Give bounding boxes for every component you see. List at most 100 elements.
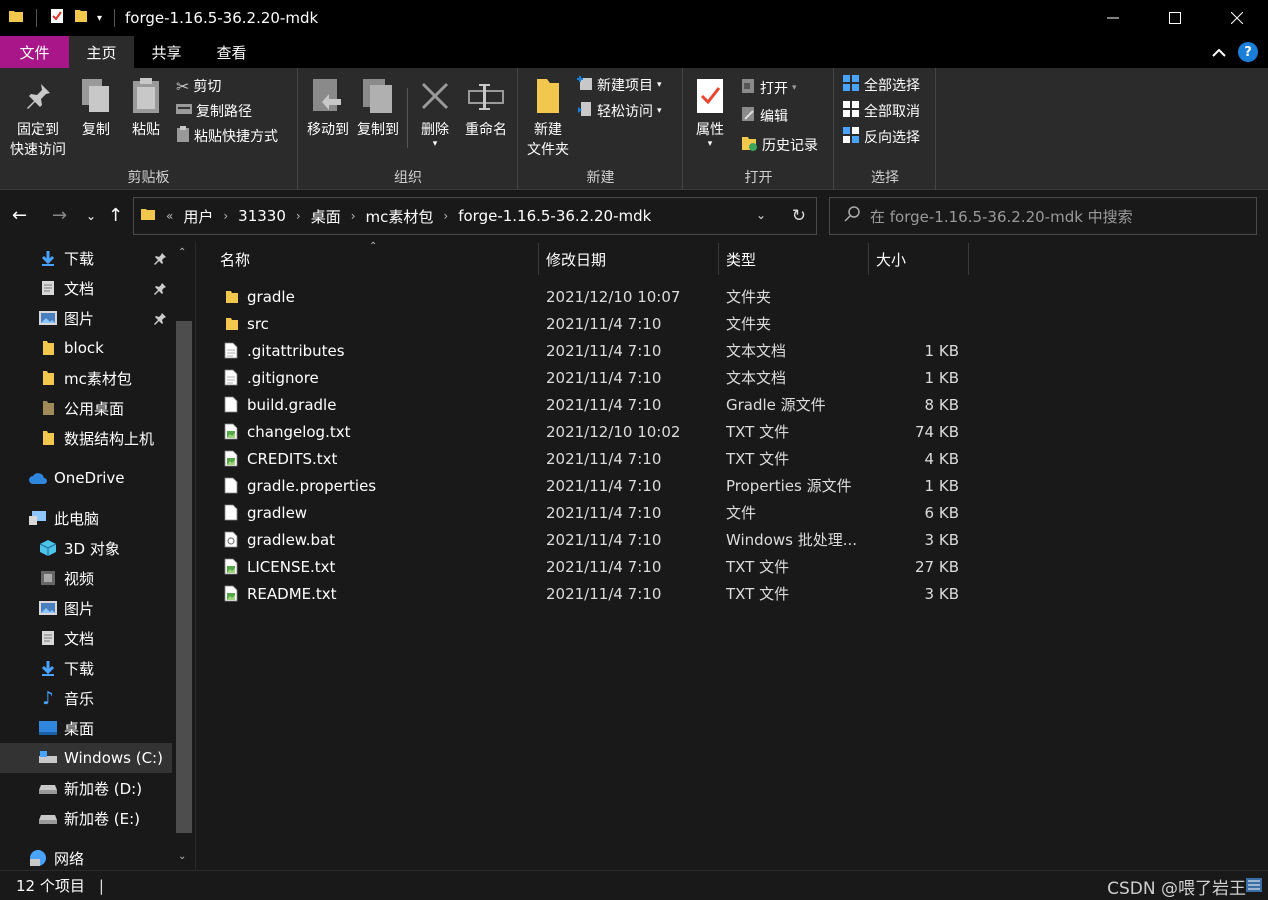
select-none-button[interactable]: 全部取消 (842, 99, 920, 123)
new-folder-quick-icon[interactable] (73, 8, 89, 28)
file-name: .gitattributes (247, 341, 345, 360)
sidebar-item-drive-e[interactable]: 新加卷 (E:) (0, 803, 172, 833)
collapse-ribbon-icon[interactable] (1212, 43, 1226, 61)
up-arrow-icon[interactable]: ↑ (108, 205, 123, 226)
help-icon[interactable]: ? (1238, 42, 1258, 62)
table-row[interactable]: src 2021/11/4 7:10 文件夹 (197, 310, 1268, 337)
tab-home[interactable]: 主页 (69, 36, 134, 68)
column-header-size[interactable]: 大小 (876, 241, 906, 277)
sidebar-item-videos[interactable]: 视频 (0, 563, 172, 593)
scrollbar-thumb[interactable] (176, 321, 192, 833)
table-row[interactable]: changelog.txt 2021/12/10 10:02 TXT 文件 74 KB (197, 418, 1268, 445)
sidebar-scrollbar[interactable]: ⌃ ⌄ (174, 241, 194, 870)
move-to-button[interactable]: 移动到 (305, 74, 351, 140)
sidebar-item-3d-objects[interactable]: 3D 对象 (0, 533, 172, 563)
breadcrumb-item[interactable]: mc素材包 (366, 206, 434, 227)
breadcrumb-separator-icon[interactable]: › (351, 209, 356, 223)
column-header-name[interactable]: 名称 (220, 241, 250, 277)
scroll-down-icon[interactable]: ⌄ (178, 851, 186, 862)
sidebar-item-drive-d[interactable]: 新加卷 (D:) (0, 773, 172, 803)
table-row[interactable]: README.txt 2021/11/4 7:10 TXT 文件 3 KB (197, 580, 1268, 607)
sidebar-item-drive-c[interactable]: Windows (C:) (0, 743, 172, 773)
table-row[interactable]: build.gradle 2021/11/4 7:10 Gradle 源文件 8 KB (197, 391, 1268, 418)
column-header-date[interactable]: 修改日期 (546, 241, 606, 277)
sidebar-item-mc[interactable]: mc素材包 (0, 363, 172, 393)
open-button[interactable]: 打开 ▾ (740, 76, 797, 100)
details-view-icon[interactable] (1246, 878, 1262, 896)
breadcrumb-item[interactable]: forge-1.16.5-36.2.20-mdk (458, 207, 651, 225)
maximize-icon[interactable] (1144, 0, 1206, 36)
sidebar-item-this-pc[interactable]: 此电脑 (0, 503, 172, 533)
sidebar-item-data-structure[interactable]: 数据结构上机 (0, 423, 172, 453)
paste-shortcut-button[interactable]: 粘贴快捷方式 (176, 124, 278, 148)
rename-button[interactable]: 重命名 (461, 74, 511, 140)
search-input[interactable]: 在 forge-1.16.5-36.2.20-mdk 中搜索 (829, 197, 1257, 235)
sidebar-item-block[interactable]: block (0, 333, 172, 363)
breadcrumb-separator-icon[interactable]: › (443, 209, 448, 223)
table-row[interactable]: gradle 2021/12/10 10:07 文件夹 (197, 283, 1268, 310)
sidebar-item-documents[interactable]: 文档 (0, 273, 172, 303)
sidebar-item-downloads-pc[interactable]: 下载 (0, 653, 172, 683)
copy-to-button[interactable]: 复制到 (355, 74, 401, 140)
column-divider[interactable] (538, 243, 539, 275)
table-row[interactable]: .gitattributes 2021/11/4 7:10 文本文档 1 KB (197, 337, 1268, 364)
recent-locations-icon[interactable]: ⌄ (86, 209, 96, 223)
copy-button[interactable]: 复制 (76, 74, 116, 140)
sidebar-item-downloads[interactable]: 下载 (0, 243, 172, 273)
properties-button[interactable]: 属性 ▾ (690, 74, 730, 149)
breadcrumb-separator-icon[interactable]: › (296, 209, 301, 223)
tab-file[interactable]: 文件 (0, 36, 69, 68)
table-row[interactable]: CREDITS.txt 2021/11/4 7:10 TXT 文件 4 KB (197, 445, 1268, 472)
sidebar-item-onedrive[interactable]: OneDrive (0, 463, 172, 493)
breadcrumb-item[interactable]: 31330 (238, 207, 286, 225)
close-icon[interactable] (1206, 0, 1268, 36)
refresh-icon[interactable]: ↻ (792, 206, 806, 226)
customize-dropdown-icon[interactable]: ▾ (97, 13, 102, 24)
forward-arrow-icon[interactable]: → (52, 205, 67, 226)
tab-view[interactable]: 查看 (199, 36, 264, 68)
address-dropdown-icon[interactable]: ⌄ (756, 208, 766, 222)
table-row[interactable]: .gitignore 2021/11/4 7:10 文本文档 1 KB (197, 364, 1268, 391)
new-item-button[interactable]: 新建项目 ▾ (577, 73, 662, 97)
edit-button[interactable]: 编辑 (740, 104, 788, 128)
column-header-type[interactable]: 类型 (726, 241, 756, 277)
properties-quick-icon[interactable] (49, 8, 65, 28)
tab-share[interactable]: 共享 (134, 36, 199, 68)
sidebar-item-public-desktop[interactable]: 公用桌面 (0, 393, 172, 423)
sidebar-item-pictures[interactable]: 图片 (0, 303, 172, 333)
table-row[interactable]: gradlew.bat 2021/11/4 7:10 Windows 批处理... 3… (197, 526, 1268, 553)
breadcrumb-item[interactable]: 桌面 (311, 206, 341, 227)
file-date: 2021/11/4 7:10 (546, 557, 662, 576)
invert-selection-button[interactable]: 反向选择 (842, 125, 920, 149)
history-button[interactable]: 历史记录 (740, 133, 818, 157)
copy-path-button[interactable]: 复制路径 (176, 99, 252, 123)
column-divider[interactable] (718, 243, 719, 275)
new-group: 新建 文件夹 新建项目 ▾ 轻松访问 ▾ 新建 (519, 68, 683, 190)
sidebar-item-documents-pc[interactable]: 文档 (0, 623, 172, 653)
breadcrumb-item[interactable]: 用户 (183, 206, 213, 227)
sidebar-item-pictures-pc[interactable]: 图片 (0, 593, 172, 623)
new-folder-button[interactable]: 新建 文件夹 (523, 74, 573, 160)
minimize-icon[interactable] (1082, 0, 1144, 36)
column-divider[interactable] (868, 243, 869, 275)
table-row[interactable]: gradlew 2021/11/4 7:10 文件 6 KB (197, 499, 1268, 526)
easy-access-button[interactable]: 轻松访问 ▾ (577, 99, 662, 123)
back-arrow-icon[interactable]: ← (12, 205, 27, 226)
delete-button[interactable]: 删除 ▾ (415, 74, 455, 149)
select-group: 全部选择 全部取消 反向选择 选择 (835, 68, 936, 190)
sidebar-item-network[interactable]: 网络 (0, 843, 172, 873)
select-all-button[interactable]: 全部选择 (842, 73, 920, 97)
sidebar-item-desktop[interactable]: 桌面 (0, 713, 172, 743)
file-date: 2021/12/10 10:07 (546, 287, 681, 306)
sidebar-item-music[interactable]: ♪ 音乐 (0, 683, 172, 713)
breadcrumb-overflow-icon[interactable]: « (166, 209, 173, 223)
breadcrumb-separator-icon[interactable]: › (223, 209, 228, 223)
address-bar[interactable]: « 用户 › 31330 › 桌面 › mc素材包 › forge-1.16.5… (133, 197, 817, 235)
table-row[interactable]: gradle.properties 2021/11/4 7:10 Propertie… (197, 472, 1268, 499)
pin-quick-access-button[interactable]: 固定到 快速访问 (6, 74, 70, 160)
paste-button[interactable]: 粘贴 (126, 74, 166, 140)
column-divider[interactable] (968, 243, 969, 275)
cut-button[interactable]: ✂ 剪切 (176, 74, 221, 98)
scroll-up-icon[interactable]: ⌃ (178, 247, 186, 258)
table-row[interactable]: LICENSE.txt 2021/11/4 7:10 TXT 文件 27 KB (197, 553, 1268, 580)
